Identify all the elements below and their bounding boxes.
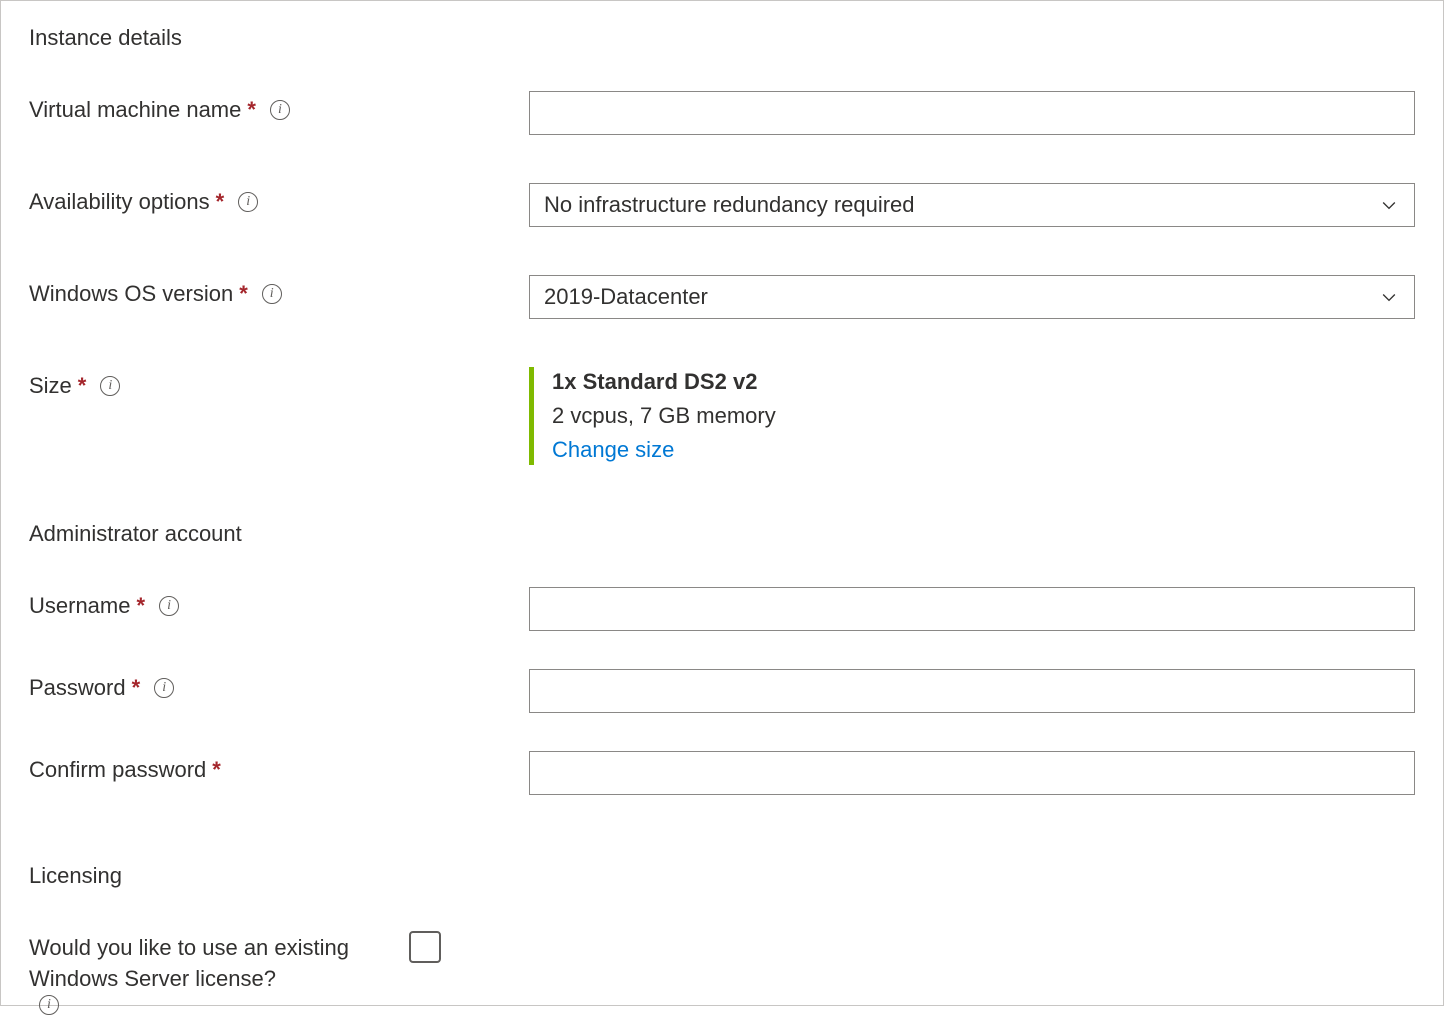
section-heading-instance: Instance details — [29, 25, 1415, 51]
size-block: 1x Standard DS2 v2 2 vcpus, 7 GB memory … — [529, 367, 1415, 465]
os-version-select[interactable]: 2019-Datacenter — [529, 275, 1415, 319]
info-icon[interactable] — [154, 678, 174, 698]
label-availability: Availability options * — [29, 183, 529, 218]
change-size-link[interactable]: Change size — [552, 437, 1415, 463]
label-vm-name: Virtual machine name * — [29, 91, 529, 126]
size-sub: 2 vcpus, 7 GB memory — [552, 403, 1415, 429]
size-title: 1x Standard DS2 v2 — [552, 369, 1415, 395]
required-asterisk: * — [212, 755, 221, 786]
form-panel: Instance details Virtual machine name * … — [0, 0, 1444, 1006]
username-input[interactable] — [529, 587, 1415, 631]
password-input[interactable] — [529, 669, 1415, 713]
section-heading-licensing: Licensing — [29, 863, 1415, 889]
label-confirm-password: Confirm password * — [29, 751, 529, 786]
required-asterisk: * — [239, 279, 248, 310]
label-size: Size * — [29, 367, 529, 402]
chevron-down-icon — [1378, 286, 1400, 308]
availability-value: No infrastructure redundancy required — [544, 192, 915, 218]
info-icon[interactable] — [270, 100, 290, 120]
label-os-version: Windows OS version * — [29, 275, 529, 310]
availability-select[interactable]: No infrastructure redundancy required — [529, 183, 1415, 227]
label-username: Username * — [29, 587, 529, 622]
info-icon[interactable] — [159, 596, 179, 616]
required-asterisk: * — [247, 95, 256, 126]
section-heading-admin: Administrator account — [29, 521, 1415, 547]
required-asterisk: * — [78, 371, 87, 402]
chevron-down-icon — [1378, 194, 1400, 216]
required-asterisk: * — [132, 673, 141, 704]
info-icon[interactable] — [238, 192, 258, 212]
label-existing-license: Would you like to use an existing Window… — [29, 929, 409, 1015]
required-asterisk: * — [136, 591, 145, 622]
confirm-password-input[interactable] — [529, 751, 1415, 795]
existing-license-checkbox[interactable] — [409, 931, 441, 963]
vm-name-input[interactable] — [529, 91, 1415, 135]
info-icon[interactable] — [39, 995, 59, 1015]
os-version-value: 2019-Datacenter — [544, 284, 708, 310]
info-icon[interactable] — [262, 284, 282, 304]
info-icon[interactable] — [100, 376, 120, 396]
label-password: Password * — [29, 669, 529, 704]
required-asterisk: * — [216, 187, 225, 218]
